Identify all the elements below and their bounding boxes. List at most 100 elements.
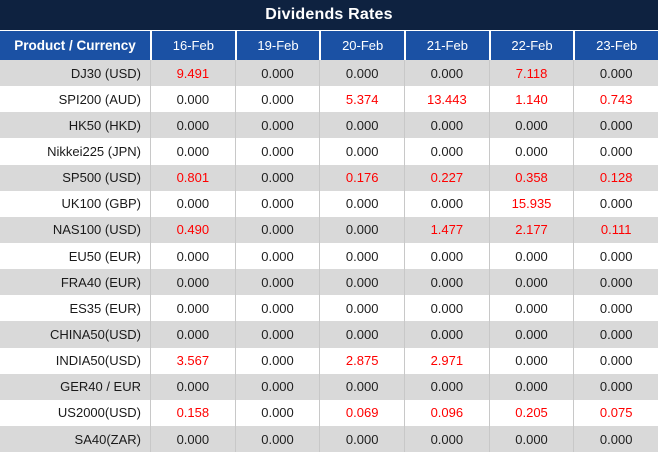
value-cell: 0.000	[573, 112, 658, 138]
value-cell: 0.000	[573, 426, 658, 452]
value-cell: 0.000	[573, 191, 658, 217]
value-cell: 0.000	[150, 138, 235, 164]
table-row: SA40(ZAR)0.0000.0000.0000.0000.0000.000	[0, 426, 658, 452]
table-row: DJ30 (USD)9.4910.0000.0000.0007.1180.000	[0, 60, 658, 86]
value-cell: 0.000	[235, 348, 320, 374]
product-cell: INDIA50(USD)	[0, 348, 150, 374]
value-cell: 0.000	[235, 165, 320, 191]
date-header: 16-Feb	[150, 31, 235, 60]
value-cell: 13.443	[404, 86, 489, 112]
table-body: DJ30 (USD)9.4910.0000.0000.0007.1180.000…	[0, 60, 658, 452]
value-cell: 0.000	[150, 295, 235, 321]
value-cell: 0.000	[319, 269, 404, 295]
value-cell: 2.875	[319, 348, 404, 374]
value-cell: 0.000	[573, 243, 658, 269]
product-cell: DJ30 (USD)	[0, 60, 150, 86]
value-cell: 0.000	[235, 243, 320, 269]
value-cell: 0.358	[489, 165, 574, 191]
value-cell: 1.140	[489, 86, 574, 112]
value-cell: 0.000	[235, 60, 320, 86]
value-cell: 7.118	[489, 60, 574, 86]
value-cell: 0.205	[489, 400, 574, 426]
date-header: 22-Feb	[489, 31, 574, 60]
value-cell: 0.000	[319, 243, 404, 269]
date-header: 23-Feb	[573, 31, 658, 60]
value-cell: 0.801	[150, 165, 235, 191]
value-cell: 0.096	[404, 400, 489, 426]
value-cell: 0.000	[235, 426, 320, 452]
value-cell: 0.158	[150, 400, 235, 426]
value-cell: 0.000	[319, 60, 404, 86]
product-cell: NAS100 (USD)	[0, 217, 150, 243]
value-cell: 0.000	[489, 269, 574, 295]
product-cell: US2000(USD)	[0, 400, 150, 426]
product-cell: SA40(ZAR)	[0, 426, 150, 452]
value-cell: 0.000	[573, 348, 658, 374]
value-cell: 2.971	[404, 348, 489, 374]
value-cell: 0.000	[404, 321, 489, 347]
value-cell: 0.176	[319, 165, 404, 191]
value-cell: 0.000	[150, 374, 235, 400]
date-header: 20-Feb	[319, 31, 404, 60]
value-cell: 0.000	[319, 426, 404, 452]
table-row: HK50 (HKD)0.0000.0000.0000.0000.0000.000	[0, 112, 658, 138]
value-cell: 0.000	[150, 321, 235, 347]
value-cell: 0.000	[235, 295, 320, 321]
value-cell: 0.000	[404, 426, 489, 452]
value-cell: 0.000	[150, 86, 235, 112]
value-cell: 0.000	[573, 321, 658, 347]
table-row: CHINA50(USD)0.0000.0000.0000.0000.0000.0…	[0, 321, 658, 347]
value-cell: 0.000	[404, 112, 489, 138]
value-cell: 0.000	[235, 191, 320, 217]
value-cell: 0.000	[319, 191, 404, 217]
product-cell: UK100 (GBP)	[0, 191, 150, 217]
table-row: Nikkei225 (JPN)0.0000.0000.0000.0000.000…	[0, 138, 658, 164]
table-row: UK100 (GBP)0.0000.0000.0000.00015.9350.0…	[0, 191, 658, 217]
value-cell: 0.000	[573, 295, 658, 321]
product-cell: FRA40 (EUR)	[0, 269, 150, 295]
value-cell: 0.000	[319, 295, 404, 321]
date-header: 21-Feb	[404, 31, 489, 60]
product-cell: SPI200 (AUD)	[0, 86, 150, 112]
product-cell: GER40 / EUR	[0, 374, 150, 400]
date-header: 19-Feb	[235, 31, 320, 60]
value-cell: 0.000	[489, 112, 574, 138]
value-cell: 0.000	[319, 321, 404, 347]
value-cell: 0.000	[319, 112, 404, 138]
value-cell: 2.177	[489, 217, 574, 243]
value-cell: 0.075	[573, 400, 658, 426]
value-cell: 0.000	[404, 269, 489, 295]
value-cell: 0.227	[404, 165, 489, 191]
value-cell: 0.000	[235, 217, 320, 243]
value-cell: 0.000	[235, 138, 320, 164]
corner-header-product-currency: Product / Currency	[0, 31, 150, 60]
value-cell: 0.000	[404, 243, 489, 269]
value-cell: 0.000	[235, 269, 320, 295]
value-cell: 0.000	[489, 243, 574, 269]
value-cell: 0.000	[235, 86, 320, 112]
value-cell: 5.374	[319, 86, 404, 112]
table-row: NAS100 (USD)0.4900.0000.0001.4772.1770.1…	[0, 217, 658, 243]
value-cell: 1.477	[404, 217, 489, 243]
value-cell: 0.000	[235, 374, 320, 400]
value-cell: 0.000	[489, 138, 574, 164]
value-cell: 0.490	[150, 217, 235, 243]
value-cell: 0.000	[489, 321, 574, 347]
value-cell: 0.000	[319, 217, 404, 243]
value-cell: 0.000	[150, 426, 235, 452]
page-title: Dividends Rates	[265, 6, 392, 24]
value-cell: 0.000	[150, 269, 235, 295]
value-cell: 0.000	[404, 138, 489, 164]
value-cell: 0.000	[489, 426, 574, 452]
table-row: FRA40 (EUR)0.0000.0000.0000.0000.0000.00…	[0, 269, 658, 295]
value-cell: 0.000	[573, 138, 658, 164]
value-cell: 0.000	[573, 269, 658, 295]
product-cell: HK50 (HKD)	[0, 112, 150, 138]
value-cell: 0.000	[404, 374, 489, 400]
value-cell: 0.000	[404, 191, 489, 217]
table-row: SP500 (USD)0.8010.0000.1760.2270.3580.12…	[0, 165, 658, 191]
table-row: EU50 (EUR)0.0000.0000.0000.0000.0000.000	[0, 243, 658, 269]
value-cell: 0.000	[319, 374, 404, 400]
value-cell: 0.069	[319, 400, 404, 426]
value-cell: 0.000	[150, 112, 235, 138]
